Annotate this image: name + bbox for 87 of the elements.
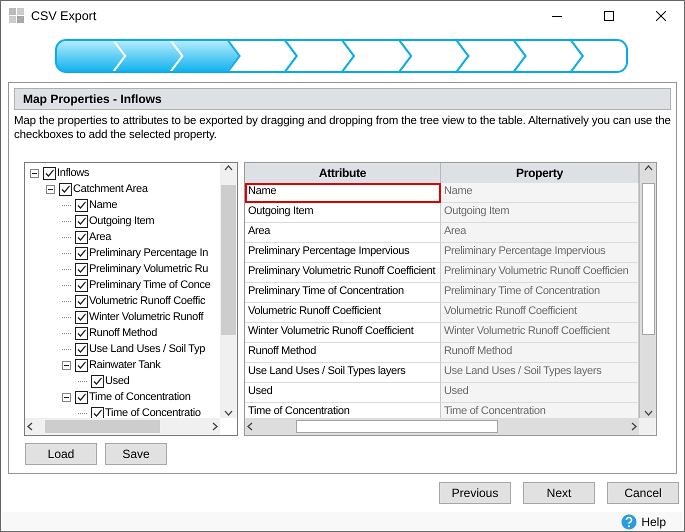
checkbox[interactable] xyxy=(75,230,88,244)
checkbox[interactable] xyxy=(75,310,88,324)
collapse-toggle-icon[interactable] xyxy=(30,168,39,178)
tree-item[interactable]: Runoff Method xyxy=(89,327,158,339)
collapse-toggle-icon[interactable] xyxy=(62,392,71,402)
panel-button[interactable]: Save xyxy=(105,443,167,465)
horizontal-scrollbar[interactable] xyxy=(245,418,639,435)
vertical-scrollbar[interactable] xyxy=(220,163,237,418)
wizard-button[interactable]: Cancel xyxy=(607,482,679,504)
table-cell: Outgoing Item xyxy=(441,203,639,223)
table-cell[interactable]: Runoff Method xyxy=(245,343,441,363)
table-cell[interactable]: Preliminary Percentage Impervious xyxy=(245,243,441,263)
column-header: Attribute xyxy=(245,163,441,183)
table-cell: Preliminary Volumetric Runoff Coefficien xyxy=(441,263,639,283)
scroll-right-icon xyxy=(631,422,637,431)
tree-item[interactable]: Name xyxy=(89,199,118,211)
checkbox[interactable] xyxy=(75,342,88,356)
wizard-button[interactable]: Next xyxy=(523,482,595,504)
table-cell: Time of Concentration xyxy=(441,403,639,418)
tree-item[interactable]: Volumetric Runoff Coeffic xyxy=(89,295,206,307)
tree-item[interactable]: Preliminary Percentage In xyxy=(89,247,208,259)
checkbox[interactable] xyxy=(75,214,88,228)
description-text: Map the properties to attributes to be exported by dragging and dropping from the tree view to the table. Alternatively you can use the checkboxes to add the selected property. xyxy=(14,114,671,142)
checkbox[interactable] xyxy=(91,406,104,418)
table-cell[interactable]: Volumetric Runoff Coefficient xyxy=(245,303,441,323)
tree-item[interactable]: Winter Volumetric Runoff xyxy=(89,311,204,323)
tree-item[interactable]: Preliminary Time of Conce xyxy=(89,279,210,291)
tree-item[interactable]: Outgoing Item xyxy=(89,215,154,227)
maximize-icon xyxy=(604,11,614,21)
checkbox[interactable] xyxy=(75,358,88,372)
tree-item[interactable]: Rainwater Tank xyxy=(89,359,160,371)
app-icon xyxy=(9,8,25,24)
help-link[interactable]: Help xyxy=(641,514,666,528)
checkbox[interactable] xyxy=(91,374,104,388)
help-icon[interactable] xyxy=(621,514,638,530)
tree-item[interactable]: Catchment Area xyxy=(73,183,148,195)
checkbox[interactable] xyxy=(59,182,72,196)
table-cell[interactable]: Area xyxy=(245,223,441,243)
scroll-down-icon xyxy=(224,410,233,416)
checkbox[interactable] xyxy=(75,326,88,340)
window-title: CSV Export xyxy=(31,9,98,23)
table-cell: Area xyxy=(441,223,639,243)
collapse-toggle-icon[interactable] xyxy=(46,184,55,194)
checkbox[interactable] xyxy=(75,294,88,308)
tree-item[interactable]: Used xyxy=(105,375,130,387)
table-cell: Use Land Uses / Soil Types layers xyxy=(441,363,639,383)
tree-item[interactable]: Time of Concentration xyxy=(89,391,191,403)
table-cell[interactable]: Outgoing Item xyxy=(245,203,441,223)
table-cell[interactable]: Use Land Uses / Soil Types layers xyxy=(245,363,441,383)
tree-item[interactable]: Inflows xyxy=(57,167,90,179)
panel-title: Map Properties - Inflows xyxy=(14,88,671,110)
table-cell: Winter Volumetric Runoff Coefficient xyxy=(441,323,639,343)
table-cell[interactable]: Preliminary Time of Concentration xyxy=(245,283,441,303)
table-cell: Volumetric Runoff Coefficient xyxy=(441,303,639,323)
checkbox[interactable] xyxy=(75,246,88,260)
scroll-up-icon xyxy=(224,165,233,171)
checkbox[interactable] xyxy=(43,166,56,180)
checkbox[interactable] xyxy=(75,390,88,404)
scroll-up-icon xyxy=(644,165,652,171)
horizontal-scrollbar[interactable] xyxy=(25,418,220,435)
table-cell: Preliminary Percentage Impervious xyxy=(441,243,639,263)
tree-item[interactable]: Area xyxy=(89,231,112,243)
table-cell: Preliminary Time of Concentration xyxy=(441,283,639,303)
table-cell[interactable]: Preliminary Volumetric Runoff Coefficient xyxy=(245,263,441,283)
collapse-toggle-icon[interactable] xyxy=(62,360,71,370)
table-cell[interactable]: Name xyxy=(245,183,441,203)
tree-item[interactable]: Use Land Uses / Soil Typ xyxy=(89,343,206,355)
scroll-left-icon xyxy=(247,422,253,431)
column-header: Property xyxy=(441,163,639,183)
checkbox[interactable] xyxy=(75,278,88,292)
table-cell: Used xyxy=(441,383,639,403)
table-cell: Runoff Method xyxy=(441,343,639,363)
scroll-down-icon xyxy=(644,410,652,416)
panel-button[interactable]: Load xyxy=(25,443,97,465)
close-icon xyxy=(656,11,666,21)
checkbox[interactable] xyxy=(75,198,88,212)
scroll-right-icon xyxy=(212,422,218,431)
tree-item[interactable]: Time of Concentratio xyxy=(105,407,201,418)
table-cell[interactable]: Winter Volumetric Runoff Coefficient xyxy=(245,323,441,343)
tree-item[interactable]: Preliminary Volumetric Ru xyxy=(89,263,208,275)
table-cell[interactable]: Time of Concentration xyxy=(245,403,441,418)
checkbox[interactable] xyxy=(75,262,88,276)
table-cell[interactable]: Used xyxy=(245,383,441,403)
wizard-button[interactable]: Previous xyxy=(439,482,511,504)
table-cell: Name xyxy=(441,183,639,203)
scroll-left-icon xyxy=(27,422,33,431)
vertical-scrollbar[interactable] xyxy=(639,163,656,418)
